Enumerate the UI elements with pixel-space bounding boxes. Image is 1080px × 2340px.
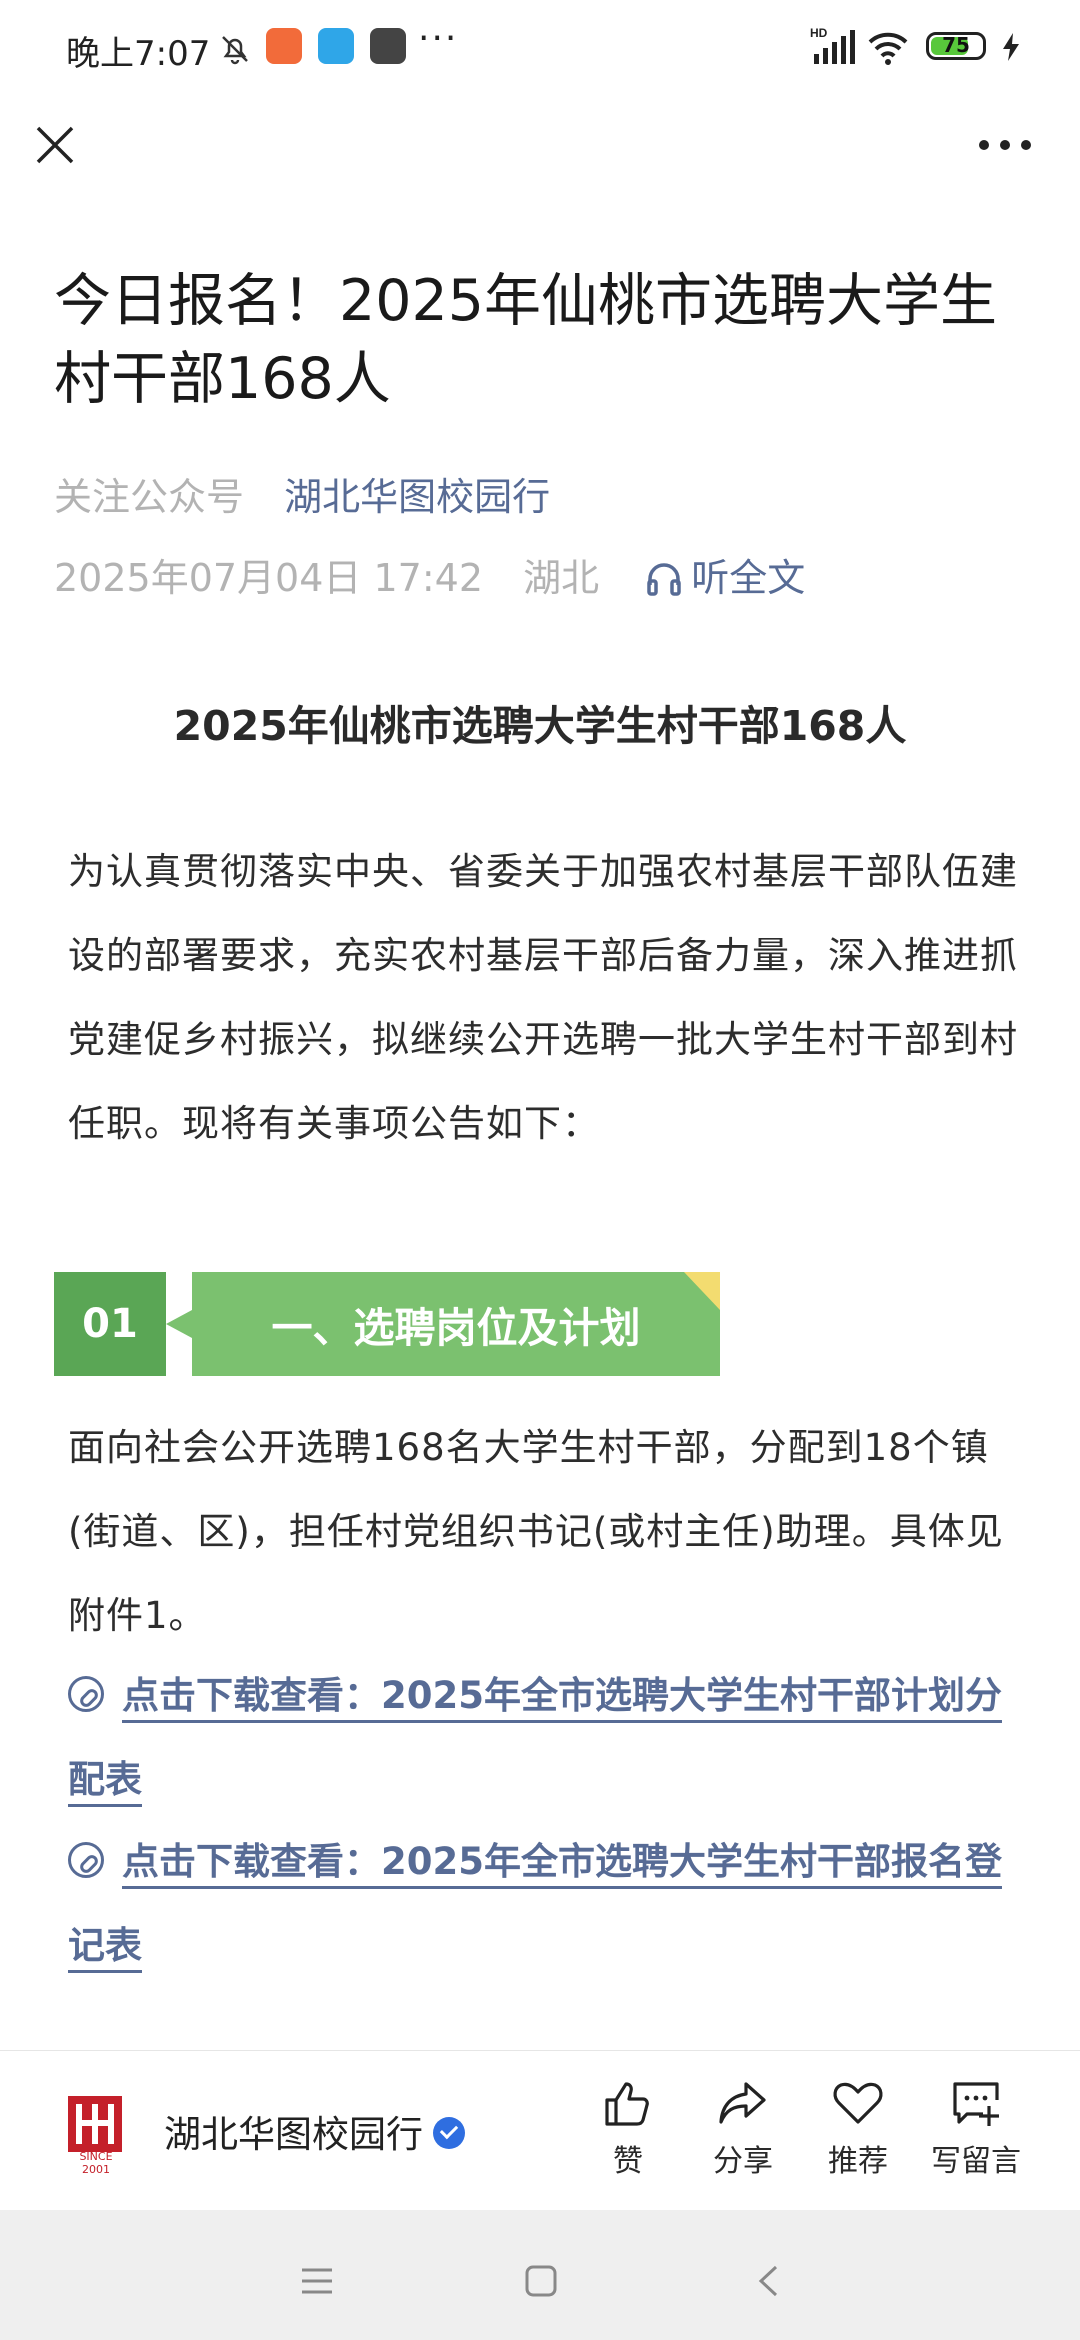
section-corner-decoration [684, 1272, 720, 1310]
status-more-dots: ··· [418, 18, 459, 59]
download-link-allocation[interactable]: 点击下载查看：2025年全市选聘大学生村干部计划分配表 [68, 1654, 1018, 1822]
link-icon [68, 1676, 104, 1712]
heart-icon [833, 2082, 883, 2124]
account-name-link[interactable]: 湖北华图校园行 [284, 475, 550, 519]
account-line: 关注公众号 湖北华图校园行 [54, 466, 550, 521]
link-icon [68, 1842, 104, 1878]
app-notification-icon [266, 28, 302, 64]
follow-label: 关注公众号 [54, 475, 245, 519]
recommend-button[interactable]: 推荐 [798, 2076, 918, 2180]
recommend-label: 推荐 [828, 2144, 888, 2179]
home-nav-icon[interactable] [524, 2264, 558, 2298]
comment-button[interactable]: 写留言 [916, 2076, 1036, 2180]
bottom-account-name-text: 湖北华图校园行 [164, 2113, 423, 2156]
more-horizontal-icon[interactable] [978, 136, 1032, 154]
logo-since-text: SINCE 2001 [79, 2150, 113, 2176]
status-bar: 晚上7:07 ··· HD 75 [0, 0, 1080, 100]
system-navigation-bar [0, 2210, 1080, 2340]
close-icon[interactable] [34, 124, 76, 166]
huatu-logo-icon [68, 2096, 122, 2152]
section-paragraph: 面向社会公开选聘168名大学生村干部，分配到18个镇(街道、区)，担任村党组织书… [68, 1426, 1004, 1637]
section-number-badge: 01 [54, 1272, 166, 1376]
status-time: 晚上7:07 [66, 34, 211, 74]
bottom-account-name[interactable]: 湖北华图校园行 [164, 2104, 465, 2158]
wifi-icon [868, 32, 908, 65]
publish-date: 2025年07月04日 17:42 [54, 556, 484, 600]
download-link-registration-text: 点击下载查看：2025年全市选聘大学生村干部报名登记表 [68, 1840, 1002, 1967]
charging-icon [1003, 33, 1019, 61]
share-arrow-icon [719, 2082, 766, 2124]
battery-level: 75 [942, 33, 970, 57]
listen-button[interactable]: 听全文 [645, 556, 805, 600]
menu-nav-icon[interactable] [300, 2266, 334, 2296]
battery-indicator: 75 [926, 32, 986, 60]
article-title: 今日报名！2025年仙桃市选聘大学生村干部168人 [54, 268, 998, 412]
mi-notification-icon [370, 28, 406, 64]
listen-label: 听全文 [691, 556, 806, 600]
section-arrow-decoration [166, 1310, 192, 1338]
article-heading: 2025年仙桃市选聘大学生村干部168人 [173, 702, 907, 750]
comment-label: 写留言 [931, 2144, 1021, 2179]
wallet-notification-icon [318, 28, 354, 64]
hd-signal-icon: HD [810, 26, 855, 64]
thumbs-up-icon [605, 2082, 649, 2126]
svg-text:HD: HD [810, 26, 828, 40]
section-title: 一、选聘岗位及计划 [192, 1272, 720, 1376]
download-link-registration[interactable]: 点击下载查看：2025年全市选聘大学生村干部报名登记表 [68, 1820, 1018, 1988]
back-nav-icon[interactable] [756, 2264, 780, 2298]
verified-badge-icon [433, 2117, 465, 2149]
intro-paragraph: 为认真贯彻落实中央、省委关于加强农村基层干部队伍建设的部署要求，充实农村基层干部… [68, 850, 1018, 1145]
like-label: 赞 [613, 2144, 643, 2179]
like-button[interactable]: 赞 [568, 2076, 688, 2180]
headphones-icon [647, 563, 681, 596]
mute-bell-icon [222, 36, 248, 65]
publish-line: 2025年07月04日 17:42 湖北 听全文 [54, 547, 805, 602]
download-link-allocation-text: 点击下载查看：2025年全市选聘大学生村干部计划分配表 [68, 1674, 1002, 1801]
comment-add-icon [953, 2082, 999, 2126]
share-label: 分享 [713, 2144, 773, 2179]
share-button[interactable]: 分享 [683, 2076, 803, 2180]
account-logo[interactable] [68, 2096, 122, 2152]
publish-location: 湖北 [523, 556, 600, 600]
